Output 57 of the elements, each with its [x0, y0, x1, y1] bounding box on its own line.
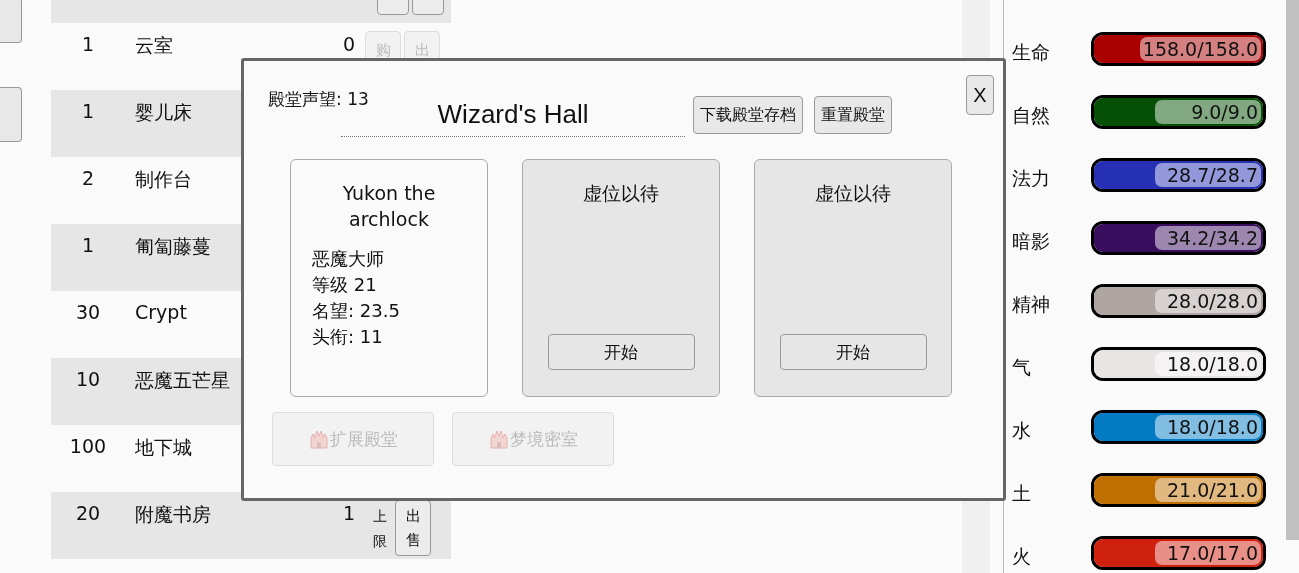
hero-stat: 名望: 23.5: [312, 299, 400, 323]
count-cell-text: 1: [80, 233, 96, 256]
count-cell-text: 100: [68, 434, 108, 457]
sell-button[interactable]: 出售: [395, 500, 431, 556]
count-cell-text: 30: [74, 300, 102, 323]
header-button[interactable]: [377, 0, 409, 15]
stat-reading: 17.0/17.0: [1155, 540, 1261, 565]
stat-reading: 21.0/21.0: [1155, 477, 1261, 502]
stat-reading: 34.2/34.2: [1155, 225, 1261, 250]
stat-reading: 18.0/18.0: [1155, 414, 1261, 439]
count-cell-text: 10: [74, 367, 102, 390]
hero-stat: 等级 21: [312, 273, 378, 297]
stat-label: 自然: [1011, 102, 1051, 128]
stat-label: 暗影: [1011, 228, 1051, 254]
stat-reading: 9.0/9.0: [1155, 99, 1261, 124]
stat-label: 气: [1011, 354, 1032, 380]
hero-name: Yukon the archlock: [341, 181, 437, 232]
start-button[interactable]: 开始: [779, 334, 927, 370]
side-button[interactable]: [0, 0, 22, 43]
castle-icon: [488, 429, 509, 449]
stat-reading: 158.0/158.0: [1139, 36, 1261, 61]
scrollbar[interactable]: [1286, 0, 1299, 540]
download-button[interactable]: 下载殿堂存档: [693, 96, 803, 134]
slot-title: 虚位以待: [814, 181, 892, 206]
header-button[interactable]: [412, 0, 444, 15]
count-cell-text: 20: [74, 501, 102, 524]
start-button[interactable]: 开始: [547, 334, 695, 370]
stat-reading: 18.0/18.0: [1155, 351, 1261, 376]
stat-reading: 28.7/28.7: [1155, 162, 1261, 187]
name-cell-text: 匍匐藤蔓: [135, 234, 211, 259]
stat-label: 水: [1011, 417, 1032, 443]
castle-icon: [308, 429, 329, 449]
reset-button[interactable]: 重置殿堂: [814, 96, 892, 134]
stat-label: 生命: [1011, 39, 1051, 65]
hero-stat: 恶魔大师: [312, 247, 385, 271]
name-cell-text: 制作台: [135, 167, 192, 192]
name-cell-text: 地下城: [135, 435, 192, 460]
name-cell-text: 附魔书房: [135, 502, 211, 527]
count-cell-text: 1: [80, 32, 96, 55]
name-cell-text: 恶魔五芒星: [135, 368, 230, 393]
stat-label: 土: [1011, 480, 1032, 506]
stat-label: 火: [1011, 543, 1032, 569]
limit-note: 上限: [373, 507, 387, 552]
stat-reading: 28.0/28.0: [1155, 288, 1261, 313]
side-button[interactable]: [0, 87, 22, 142]
hero-stat: 头衔: 11: [312, 325, 384, 349]
name-cell-text: 婴儿床: [135, 100, 192, 125]
stat-label: 精神: [1011, 291, 1051, 317]
slot-title: 虚位以待: [582, 181, 660, 206]
name-cell-text: 云室: [135, 33, 173, 58]
count-cell-text: 1: [80, 99, 96, 122]
value-cell-text: 0: [341, 32, 356, 55]
stat-label: 法力: [1011, 165, 1051, 191]
count-cell-text: 2: [80, 166, 96, 189]
close-button[interactable]: X: [966, 75, 994, 115]
name-cell: Crypt: [135, 301, 187, 323]
value-cell-text: 1: [341, 501, 356, 524]
